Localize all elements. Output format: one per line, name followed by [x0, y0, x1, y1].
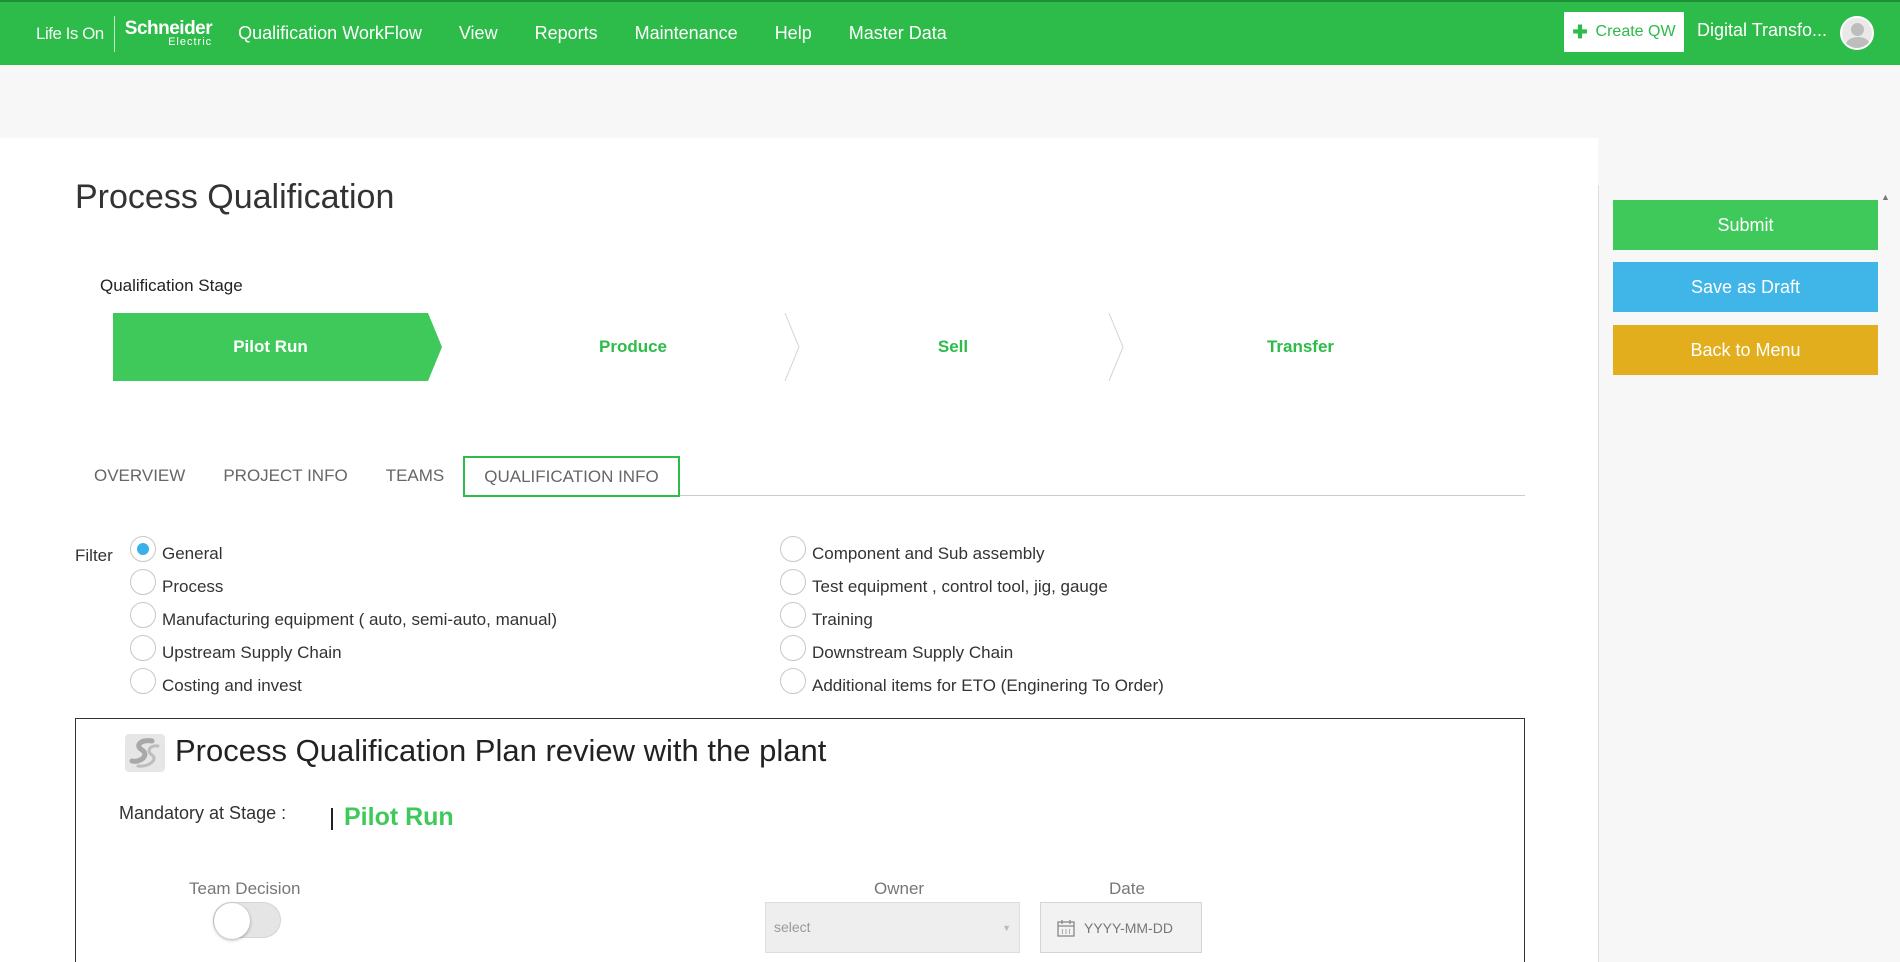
- filter-option[interactable]: Process: [130, 569, 557, 604]
- radio-button[interactable]: [780, 602, 806, 628]
- stage-chevron-icon: [1108, 313, 1124, 381]
- action-sidebar: Submit Save as Draft Back to Menu: [1598, 185, 1900, 962]
- date-input[interactable]: YYYY-MM-DD: [1040, 902, 1202, 953]
- stage-transfer[interactable]: Transfer: [1128, 313, 1473, 381]
- filter-option-label: Costing and invest: [162, 676, 302, 695]
- avatar[interactable]: [1840, 16, 1874, 50]
- save-as-draft-button[interactable]: Save as Draft: [1613, 262, 1878, 312]
- avatar-head: [1851, 23, 1864, 36]
- radio-button[interactable]: [130, 668, 156, 694]
- filter-option[interactable]: Additional items for ETO (Enginering To …: [780, 668, 1164, 703]
- team-decision-toggle[interactable]: [213, 902, 281, 939]
- logo-divider: [113, 15, 115, 52]
- radio-button[interactable]: [780, 569, 806, 595]
- schneider-logo[interactable]: Life Is On Schneider Electric: [36, 14, 213, 54]
- scroll-up-arrow-icon[interactable]: ▲: [1881, 192, 1890, 202]
- nav-qualification-workflow[interactable]: Qualification WorkFlow: [238, 23, 422, 44]
- filter-option[interactable]: General: [130, 536, 557, 571]
- qualification-stage-label: Qualification Stage: [100, 276, 243, 295]
- filter-option-label: Test equipment , control tool, jig, gaug…: [812, 577, 1108, 596]
- tab-overview[interactable]: OVERVIEW: [75, 456, 205, 496]
- page-title: Process Qualification: [75, 178, 395, 216]
- filter-option-label: General: [162, 544, 223, 563]
- logo-tagline: Life Is On: [36, 23, 104, 43]
- filter-column-right: Component and Sub assembly Test equipmen…: [780, 536, 1164, 703]
- nav-maintenance[interactable]: Maintenance: [635, 23, 738, 44]
- radio-button[interactable]: [780, 668, 806, 694]
- back-to-menu-button[interactable]: Back to Menu: [1613, 325, 1878, 375]
- date-label: Date: [1109, 879, 1145, 898]
- tab-qualification-info[interactable]: QUALIFICATION INFO: [463, 456, 680, 497]
- owner-select-placeholder: select: [774, 919, 811, 935]
- filter-option[interactable]: Test equipment , control tool, jig, gaug…: [780, 569, 1164, 604]
- filter-option[interactable]: Manufacturing equipment ( auto, semi-aut…: [130, 602, 557, 637]
- owner-select[interactable]: select ▼: [765, 902, 1020, 953]
- tab-project-info[interactable]: PROJECT INFO: [204, 456, 367, 496]
- filter-option-label: Manufacturing equipment ( auto, semi-aut…: [162, 610, 557, 629]
- filter-label: Filter: [75, 546, 113, 565]
- main-nav: Qualification WorkFlow View Reports Main…: [238, 23, 984, 44]
- tab-bar: OVERVIEW PROJECT INFO TEAMS QUALIFICATIO…: [75, 456, 1525, 497]
- stage-produce[interactable]: Produce: [463, 313, 803, 381]
- radio-button[interactable]: [780, 536, 806, 562]
- user-name[interactable]: Digital Transfo...: [1697, 20, 1827, 41]
- radio-button[interactable]: [130, 536, 156, 562]
- filter-option-label: Training: [812, 610, 873, 629]
- nav-master-data[interactable]: Master Data: [849, 23, 947, 44]
- submit-button[interactable]: Submit: [1613, 200, 1878, 250]
- create-qw-label: Create QW: [1595, 23, 1676, 40]
- mandatory-stage-value: Pilot Run: [344, 803, 454, 831]
- mandatory-stage-label: Mandatory at Stage :: [119, 803, 287, 823]
- create-qw-button[interactable]: ✚ Create QW: [1564, 12, 1684, 52]
- nav-view[interactable]: View: [459, 23, 498, 44]
- owner-label: Owner: [874, 879, 925, 898]
- card-title: Process Qualification Plan review with t…: [175, 733, 827, 768]
- radio-button[interactable]: [130, 569, 156, 595]
- stage-pilot-run[interactable]: Pilot Run: [113, 313, 442, 381]
- toggle-knob: [214, 903, 250, 939]
- date-placeholder: YYYY-MM-DD: [1084, 919, 1173, 936]
- plus-icon: ✚: [1572, 21, 1588, 42]
- filter-option-label: Downstream Supply Chain: [812, 643, 1014, 662]
- stage-sell[interactable]: Sell: [803, 313, 1103, 381]
- filter-option-label: Upstream Supply Chain: [162, 643, 342, 662]
- nav-help[interactable]: Help: [775, 23, 812, 44]
- radio-button[interactable]: [130, 602, 156, 628]
- filter-option[interactable]: Component and Sub assembly: [780, 536, 1164, 571]
- filter-option[interactable]: Downstream Supply Chain: [780, 635, 1164, 670]
- qualification-item-card: Process Qualification Plan review with t…: [75, 718, 1525, 962]
- filter-option[interactable]: Training: [780, 602, 1164, 637]
- tab-teams[interactable]: TEAMS: [366, 456, 464, 496]
- stage-chevron-icon: [784, 313, 800, 381]
- radio-button[interactable]: [130, 635, 156, 661]
- logo-brand: Schneider Electric: [125, 19, 213, 48]
- filter-option-label: Process: [162, 577, 224, 596]
- nav-reports[interactable]: Reports: [535, 23, 598, 44]
- mandatory-stage-divider: [331, 808, 333, 830]
- filter-column-left: General Process Manufacturing equipment …: [130, 536, 557, 703]
- main-content: Process Qualification Qualification Stag…: [0, 138, 1598, 962]
- calendar-icon: [1057, 919, 1075, 937]
- filter-option-label: Component and Sub assembly: [812, 544, 1045, 563]
- team-decision-label: Team Decision: [189, 879, 301, 898]
- filter-option[interactable]: Upstream Supply Chain: [130, 635, 557, 670]
- filter-option[interactable]: Costing and invest: [130, 668, 557, 703]
- radio-button[interactable]: [780, 635, 806, 661]
- logo-brand-sub: Electric: [168, 36, 213, 48]
- filter-option-label: Additional items for ETO (Enginering To …: [812, 676, 1164, 695]
- chevron-down-icon: ▼: [1002, 923, 1011, 933]
- qualification-item-icon: [125, 734, 165, 772]
- stage-progress: Pilot Run Produce Sell Transfer: [113, 313, 1413, 381]
